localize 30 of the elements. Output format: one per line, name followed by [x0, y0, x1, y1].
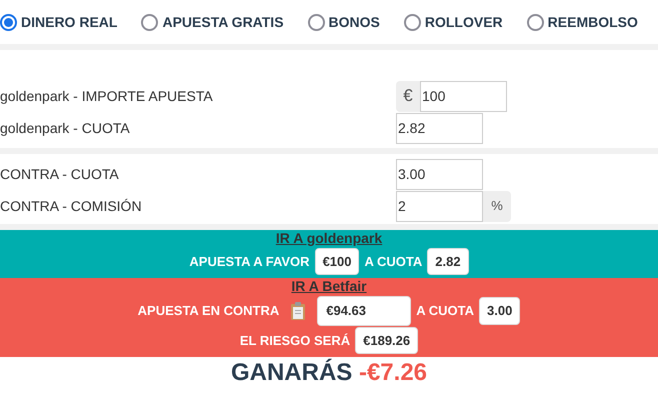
input-field[interactable]: 2	[396, 190, 483, 222]
field-label: CONTRA - COMISIÓN	[0, 196, 143, 216]
bet-label: EL RIESGO SERÁ	[240, 332, 350, 348]
bookmaker-link[interactable]: IR A Betfair	[291, 278, 367, 294]
result-label: GANARÁS	[230, 359, 352, 386]
bet-value: 2.82	[427, 248, 469, 276]
bet-value: €189.26	[355, 326, 418, 354]
result-amount: -€7.26	[358, 359, 428, 386]
field-label: goldenpark - IMPORTE APUESTA	[0, 86, 214, 106]
percent-addon: %	[483, 190, 511, 222]
bet-label: APUESTA EN CONTRA	[138, 303, 280, 319]
bet-type-radio[interactable]: ROLLOVER	[404, 12, 503, 32]
input-field[interactable]: 3.00	[396, 158, 483, 190]
stake-field[interactable]: €94.63	[317, 296, 412, 326]
bet-label: APUESTA A FAVOR	[189, 254, 310, 270]
field-label: CONTRA - CUOTA	[0, 164, 120, 184]
bookmaker-link[interactable]: IR A goldenpark	[276, 230, 382, 246]
input-field[interactable]: 2.82	[396, 112, 483, 144]
bet-value: 3.00	[479, 297, 520, 325]
bet-type-radio[interactable]: APUESTA GRATIS	[141, 12, 284, 32]
field-label: goldenpark - CUOTA	[0, 118, 131, 138]
bet-type-radio[interactable]: BONOS	[308, 12, 380, 32]
input-field[interactable]: 100	[420, 80, 507, 112]
bet-type-radio[interactable]: REEMBOLSO	[526, 12, 638, 32]
currency-addon: €	[396, 80, 420, 112]
clipboard-icon[interactable]	[290, 300, 306, 321]
bet-label: A CUOTA	[364, 254, 422, 270]
bet-value: €100	[314, 248, 360, 276]
bet-label: A CUOTA	[416, 303, 474, 319]
bet-type-radio[interactable]: DINERO REAL	[0, 12, 118, 32]
